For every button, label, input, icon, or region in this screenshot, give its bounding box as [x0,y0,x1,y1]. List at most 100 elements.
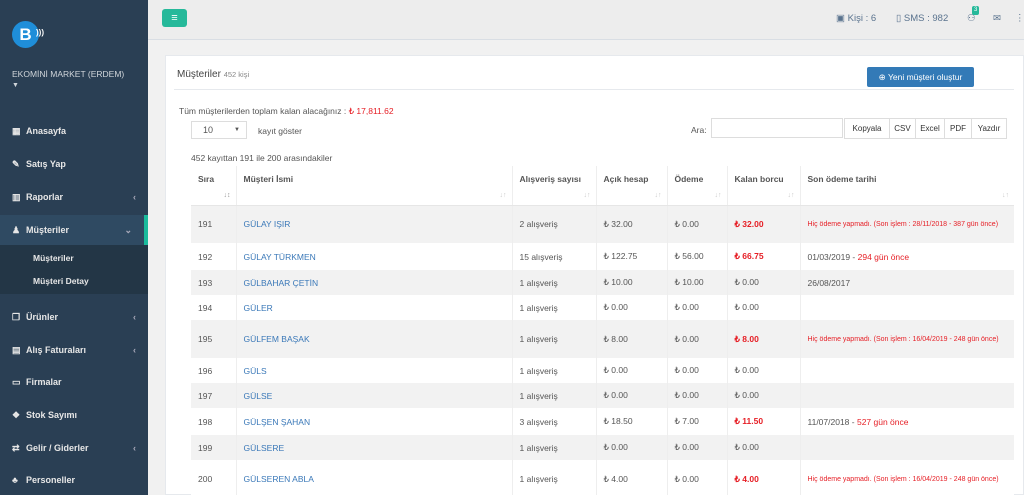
new-customer-button[interactable]: ⊕ Yeni müşteri oluştur [867,67,974,87]
customer-link[interactable]: GÜLSE [235,383,512,408]
cell-shopping-count: 3 alışveriş [511,408,596,435]
sidebar-item-alis-faturalari[interactable]: ▤ Alış Faturaları ‹ [0,335,148,365]
plus-circle-icon: ⊕ [878,72,888,82]
divider [174,89,1014,90]
column-header[interactable]: Son ödeme tarihi ↓↑ [799,166,1014,206]
customer-link[interactable]: GÜLBAHAR ÇETİN [235,270,512,295]
sms-indicator[interactable]: ▯ SMS : 982 [896,13,948,24]
customers-table: Sıra ↓↕ Müşteri İsmi ↓↑ Alışveriş sayısı ↓↑… [191,166,1014,495]
mobile-icon: ▯ [896,13,904,24]
table-body: 191 GÜLAY IŞIR 2 alışveriş ₺ 32.00 ₺ 0.00 ₺ 3… [191,205,1014,495]
cell-payment: ₺ 10.00 [666,270,727,295]
table-row[interactable]: 194 GÜLER 1 alışveriş ₺ 0.00 ₺ 0.00 ₺ 0.00 [191,295,1014,320]
envelope-icon[interactable]: ✉ [993,13,1001,24]
print-button[interactable]: Yazdır [971,118,1007,139]
cell-payment: ₺ 0.00 [666,435,727,460]
cell-sira: 198 [191,408,236,435]
cell-shopping-count: 1 alışveriş [511,435,596,460]
table-row[interactable]: 193 GÜLBAHAR ÇETİN 1 alışveriş ₺ 10.00 ₺ 10.… [191,270,1014,295]
customer-link[interactable]: GÜLŞEN ŞAHAN [235,408,512,435]
table-row[interactable]: 197 GÜLSE 1 alışveriş ₺ 0.00 ₺ 0.00 ₺ 0.00 [191,383,1014,408]
sidebar-item-urunler[interactable]: ❐ Ürünler ‹ [0,302,148,332]
cell-open-account: ₺ 10.00 [595,270,667,295]
sidebar-item-stok-sayimi[interactable]: ❖ Stok Sayımı [0,400,148,430]
customer-link[interactable]: GÜLER [235,295,512,320]
sidebar-item-label: Satış Yap [26,159,66,169]
sort-icon: ↓↑ [654,191,662,199]
pdf-button[interactable]: PDF [944,118,972,139]
cell-shopping-count: 15 alışveriş [511,243,596,270]
settings-icon[interactable]: ⋮ [1015,13,1024,24]
last-payment-date: 11/07/2018 - [807,416,857,427]
column-header[interactable]: Alışveriş sayısı ↓↑ [511,166,596,206]
customer-link[interactable]: GÜLSEREN ABLA [235,460,512,495]
table-row[interactable]: 196 GÜLS 1 alışveriş ₺ 0.00 ₺ 0.00 ₺ 0.00 [191,358,1014,383]
cell-last-payment: Hiç ödeme yapmadı. (Son işlem : 16/04/20… [799,320,1014,358]
sidebar-item-gelir-giderler[interactable]: ⇄ Gelir / Giderler ‹ [0,433,148,463]
export-buttons: Kopyala CSV Excel PDF Yazdır [844,118,1007,139]
column-header[interactable]: Ödeme ↓↑ [666,166,727,206]
table-row[interactable]: 200 GÜLSEREN ABLA 1 alışveriş ₺ 4.00 ₺ 0.00 ₺… [191,460,1014,495]
sidebar-item-satis-yap[interactable]: ✎ Satış Yap [0,149,148,179]
cell-sira: 197 [191,383,236,408]
shop-name[interactable]: EKOMİNİ MARKET (ERDEM) [12,69,124,79]
submenu-item-musteri-detay[interactable]: Müşteri Detay [33,276,89,286]
cell-shopping-count: 1 alışveriş [511,383,596,408]
column-header[interactable]: Sıra ↓↕ [191,166,236,206]
person-icon: ♟ [12,224,21,235]
table-row[interactable]: 199 GÜLSERE 1 alışveriş ₺ 0.00 ₺ 0.00 ₺ 0.00 [191,435,1014,460]
csv-button[interactable]: CSV [889,118,916,139]
total-label: Tüm müşterilerden toplam kalan alacağını… [179,106,347,116]
column-header[interactable]: Açık hesap ↓↑ [595,166,667,206]
excel-button[interactable]: Excel [915,118,945,139]
sidebar-item-raporlar[interactable]: ▥ Raporlar ‹ [0,182,148,212]
sidebar-item-musteriler[interactable]: ♟ Müşteriler ⌄ [0,215,148,245]
customer-link[interactable]: GÜLAY IŞIR [235,205,512,243]
sort-icon: ↓↑ [499,191,507,199]
column-header[interactable]: Kalan borcu ↓↑ [726,166,800,206]
cell-last-payment: 26/08/2017 [799,270,1014,295]
customer-count: 452 kişi [223,70,250,79]
sidebar-item-personeller[interactable]: ♣ Personeller [0,465,148,495]
column-header[interactable]: Müşteri İsmi ↓↑ [235,166,512,206]
sidebar-item-anasayfa[interactable]: ▦ Anasayfa [0,116,148,146]
submenu-item-musteriler[interactable]: Müşteriler [33,253,74,263]
file-icon: ▤ [12,344,21,355]
cell-open-account: ₺ 18.50 [595,408,667,435]
sidebar-item-label: Stok Sayımı [26,410,78,420]
kisi-label: Kişi : 6 [847,13,877,24]
copy-icon: ❐ [12,311,21,322]
cell-remaining-debt: ₺ 0.00 [726,295,800,320]
page-size-select[interactable]: 10 ▼ [191,121,247,139]
table-row[interactable]: 195 GÜLFEM BAŞAK 1 alışveriş ₺ 8.00 ₺ 0.00 ₺ … [191,320,1014,358]
customer-link[interactable]: GÜLS [235,358,512,383]
menu-toggle-button[interactable]: ≡ [162,9,187,27]
table-row[interactable]: 191 GÜLAY IŞIR 2 alışveriş ₺ 32.00 ₺ 0.00 ₺ 3… [191,205,1014,243]
customer-link[interactable]: GÜLFEM BAŞAK [235,320,512,358]
customers-panel: Müşteriler 452 kişi ⊕ Yeni müşteri oluşt… [165,55,1024,495]
copy-button[interactable]: Kopyala [844,118,890,139]
search-input[interactable] [711,118,843,138]
sidebar-item-firmalar[interactable]: ▭ Firmalar [0,367,148,397]
sidebar-item-label: Gelir / Giderler [26,443,89,453]
column-header-label: Ödeme [674,174,704,184]
edit-icon: ✎ [12,158,20,169]
sidebar: B))) EKOMİNİ MARKET (ERDEM) ▼ ▦ Anasayfa … [0,0,148,495]
sidebar-item-label: Anasayfa [26,126,67,136]
notification-badge: 3 [972,6,980,15]
table-row[interactable]: 198 GÜLŞEN ŞAHAN 3 alışveriş ₺ 18.50 ₺ 7.00 ₺… [191,408,1014,435]
sidebar-item-label: Alış Faturaları [26,345,87,355]
customer-link[interactable]: GÜLSERE [235,435,512,460]
search-label: Ara: [691,125,707,135]
cell-last-payment: 01/03/2019 - 294 gün önce [799,243,1014,270]
user-icon: ▣ [836,13,848,24]
cell-remaining-debt: ₺ 66.75 [726,243,800,270]
cell-last-payment: Hiç ödeme yapmadı. (Son işlem : 28/11/20… [799,205,1014,243]
customer-link[interactable]: GÜLAY TÜRKMEN [235,243,512,270]
cell-sira: 193 [191,270,236,295]
brand-logo[interactable]: B))) [12,21,44,48]
table-row[interactable]: 192 GÜLAY TÜRKMEN 15 alışveriş ₺ 122.75 ₺ 56… [191,243,1014,270]
kisi-indicator[interactable]: ▣ Kişi : 6 [836,13,876,24]
cell-open-account: ₺ 0.00 [595,383,667,408]
chevron-down-icon[interactable]: ▼ [12,82,19,89]
